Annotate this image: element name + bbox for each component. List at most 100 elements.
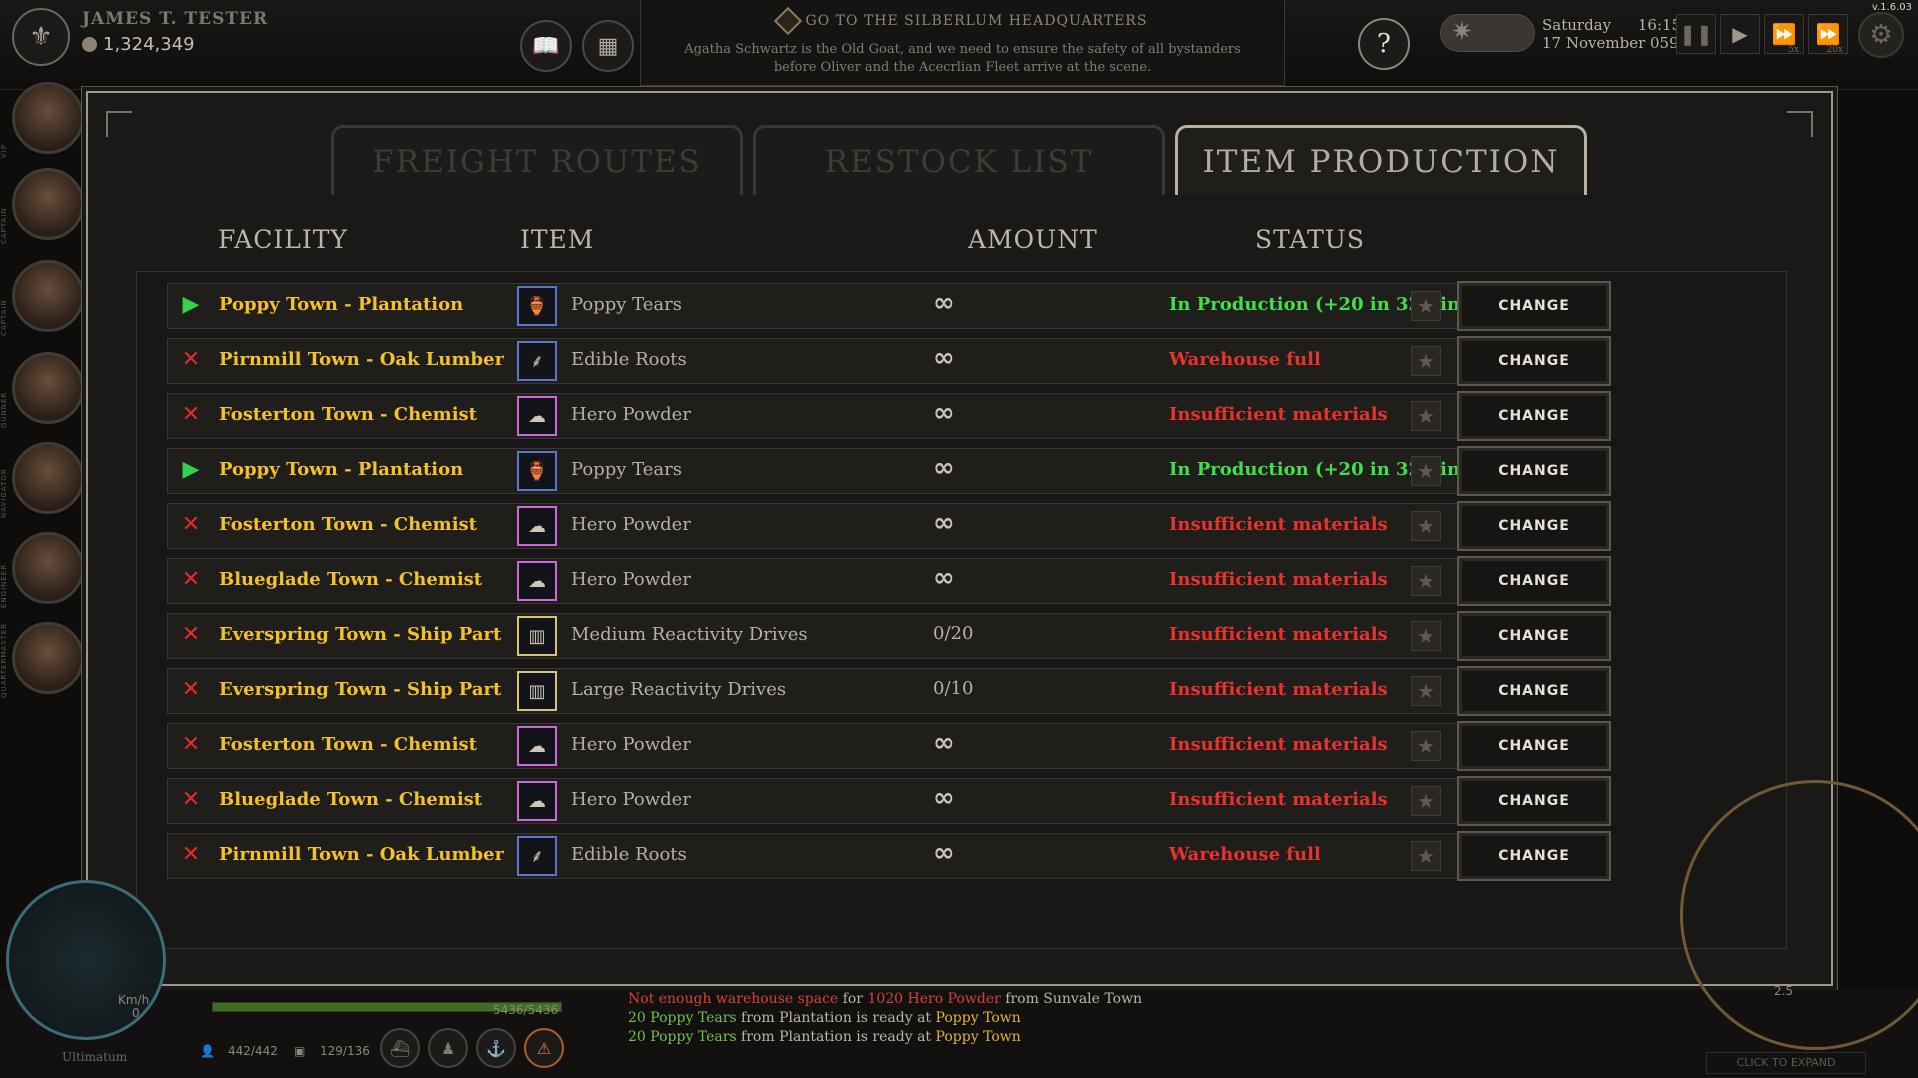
status-text: Insufficient materials: [1169, 569, 1388, 590]
change-button[interactable]: CHANGE: [1457, 721, 1611, 771]
crew-role-label: CAPTAIN: [0, 299, 8, 336]
table-row[interactable]: ✕ Everspring Town - Ship Part F... ▥ Lar…: [167, 666, 1611, 716]
clock-time: 16:15: [1637, 16, 1682, 34]
crew-button[interactable]: ♟: [428, 1028, 468, 1068]
fleet-button[interactable]: ⚓: [476, 1028, 516, 1068]
table-row[interactable]: ✕ Pirnmill Town - Oak Lumberya... ⸙ Edib…: [167, 831, 1611, 881]
change-button[interactable]: CHANGE: [1457, 281, 1611, 331]
table-icon: ▦: [597, 33, 619, 59]
cross-icon[interactable]: ✕: [179, 841, 203, 869]
table-row[interactable]: ✕ Blueglade Town - Chemist ☁ Hero Powder…: [167, 776, 1611, 826]
speed-value: 0: [132, 1006, 140, 1020]
cross-icon[interactable]: ✕: [179, 621, 203, 649]
star-icon[interactable]: ★: [1411, 731, 1441, 761]
change-button[interactable]: CHANGE: [1457, 556, 1611, 606]
crew-portrait[interactable]: [12, 82, 84, 154]
table-row[interactable]: ✕ Fosterton Town - Chemist ☁ Hero Powder…: [167, 501, 1611, 551]
star-icon[interactable]: ★: [1411, 511, 1441, 541]
fast-forward-button[interactable]: ⏩ 5x: [1764, 14, 1804, 55]
change-button[interactable]: CHANGE: [1457, 831, 1611, 881]
cross-icon[interactable]: ✕: [179, 786, 203, 814]
change-button[interactable]: CHANGE: [1457, 501, 1611, 551]
play-icon[interactable]: ▶: [179, 456, 203, 484]
amount-value: ∞: [933, 563, 955, 593]
star-icon[interactable]: ★: [1411, 676, 1441, 706]
tab-restock-list[interactable]: RESTOCK LIST: [753, 125, 1165, 195]
crew-portrait[interactable]: [12, 442, 84, 514]
star-icon[interactable]: ★: [1411, 401, 1441, 431]
table-row[interactable]: ✕ Fosterton Town - Chemist ☁ Hero Powder…: [167, 721, 1611, 771]
table-row[interactable]: ✕ Pirnmill Town - Oak Lumberya... ⸙ Edib…: [167, 336, 1611, 386]
crew-role-label: GUNNER: [0, 391, 8, 428]
help-button[interactable]: ?: [1358, 18, 1410, 70]
crew-slot[interactable]: NAVIGATOR: [0, 440, 84, 524]
crew-slot[interactable]: ENGINEER: [0, 530, 84, 614]
item-name: Hero Powder: [571, 789, 691, 810]
facility-name: Blueglade Town - Chemist: [219, 569, 483, 590]
table-row[interactable]: ▶ Poppy Town - Plantation 🏺 Poppy Tears …: [167, 281, 1611, 331]
play-icon: ▶: [1732, 22, 1748, 46]
alert-icon: ⚠: [536, 1038, 552, 1058]
settings-button[interactable]: ⚙: [1858, 12, 1904, 58]
production-table: ▶ Poppy Town - Plantation 🏺 Poppy Tears …: [136, 271, 1787, 949]
table-row[interactable]: ▶ Poppy Town - Plantation 🏺 Poppy Tears …: [167, 446, 1611, 496]
change-button[interactable]: CHANGE: [1457, 391, 1611, 441]
crew-slot[interactable]: VIP: [0, 80, 84, 164]
log-fragment: from Sunvale Town: [1000, 991, 1143, 1007]
star-icon[interactable]: ★: [1411, 456, 1441, 486]
change-button[interactable]: CHANGE: [1457, 611, 1611, 661]
star-icon[interactable]: ★: [1411, 841, 1441, 871]
tab-freight-routes[interactable]: FREIGHT ROUTES: [331, 125, 743, 195]
crew-slot[interactable]: CAPTAIN: [0, 166, 84, 250]
crew-slot[interactable]: QUARTERMASTER: [0, 620, 84, 704]
ledger-button[interactable]: ▦: [582, 20, 634, 72]
journal-button[interactable]: 📖: [520, 20, 572, 72]
speed-compass[interactable]: [6, 880, 166, 1040]
crew-portrait[interactable]: [12, 532, 84, 604]
cross-icon[interactable]: ✕: [179, 731, 203, 759]
amount-value: 0/20: [933, 623, 974, 644]
star-icon[interactable]: ★: [1411, 786, 1441, 816]
expand-map-button[interactable]: CLICK TO EXPAND: [1706, 1052, 1866, 1074]
cross-icon[interactable]: ✕: [179, 511, 203, 539]
fastest-forward-button[interactable]: ⏩ 20x: [1808, 14, 1848, 55]
tab-item-production[interactable]: ITEM PRODUCTION: [1175, 125, 1587, 195]
item-name: Edible Roots: [571, 349, 687, 370]
mission-panel[interactable]: GO TO THE SILBERLUM HEADQUARTERS Agatha …: [640, 0, 1285, 86]
weather-toggle[interactable]: ✷: [1440, 14, 1535, 52]
powder-icon: ☁: [517, 396, 557, 436]
crew-portrait[interactable]: [12, 352, 84, 424]
amount-value: ∞: [933, 838, 955, 868]
star-icon[interactable]: ★: [1411, 291, 1441, 321]
cross-icon[interactable]: ✕: [179, 346, 203, 374]
cross-icon[interactable]: ✕: [179, 676, 203, 704]
star-icon[interactable]: ★: [1411, 566, 1441, 596]
ships-button[interactable]: ⛴: [380, 1028, 420, 1068]
change-button[interactable]: CHANGE: [1457, 666, 1611, 716]
play-icon[interactable]: ▶: [179, 291, 203, 319]
change-button[interactable]: CHANGE: [1457, 776, 1611, 826]
crew-portrait[interactable]: [12, 260, 84, 332]
table-row[interactable]: ✕ Everspring Town - Ship Part F... ▥ Med…: [167, 611, 1611, 661]
faction-emblem-icon[interactable]: ⚜: [12, 8, 70, 66]
change-button[interactable]: CHANGE: [1457, 336, 1611, 386]
table-row[interactable]: ✕ Blueglade Town - Chemist ☁ Hero Powder…: [167, 556, 1611, 606]
calendar-date: 17 November 0592: [1542, 34, 1689, 52]
table-row[interactable]: ✕ Fosterton Town - Chemist ☁ Hero Powder…: [167, 391, 1611, 441]
crew-slot[interactable]: GUNNER: [0, 350, 84, 434]
crew-portrait[interactable]: [12, 622, 84, 694]
version-label: v.1.6.03: [1871, 2, 1912, 13]
cross-icon[interactable]: ✕: [179, 401, 203, 429]
panel-corner-ornament: [106, 111, 132, 137]
cross-icon[interactable]: ✕: [179, 566, 203, 594]
crew-slot[interactable]: CAPTAIN: [0, 258, 84, 342]
alert-button[interactable]: ⚠: [524, 1028, 564, 1068]
crew-portrait[interactable]: [12, 168, 84, 240]
play-button[interactable]: ▶: [1720, 14, 1760, 54]
pause-button[interactable]: ❚❚: [1676, 14, 1716, 54]
facility-name: Fosterton Town - Chemist: [219, 404, 477, 425]
star-icon[interactable]: ★: [1411, 621, 1441, 651]
change-button[interactable]: CHANGE: [1457, 446, 1611, 496]
star-icon[interactable]: ★: [1411, 346, 1441, 376]
amount-value: ∞: [933, 728, 955, 758]
